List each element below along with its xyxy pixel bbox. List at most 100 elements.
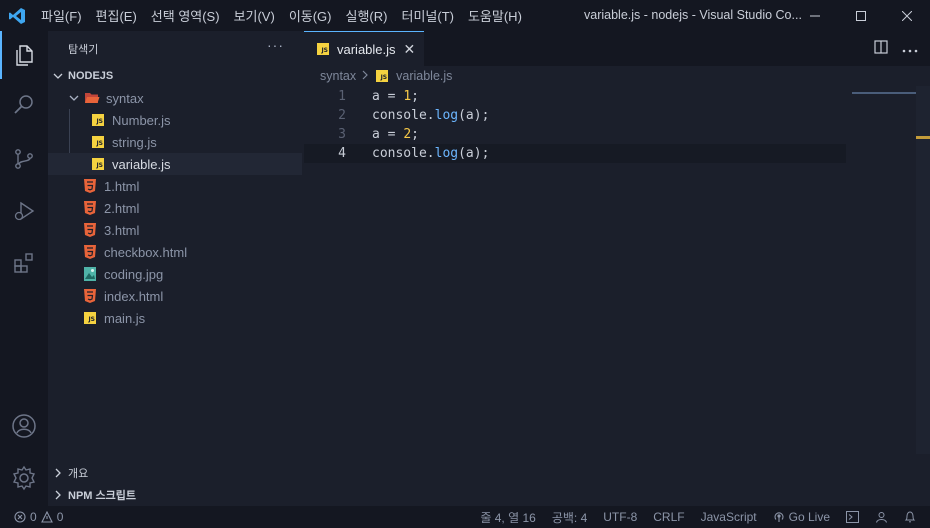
menu-terminal[interactable]: 터미널(T) [394,6,460,25]
tree-item-label: variable.js [112,156,171,172]
problems-indicator[interactable]: 0 0 [14,506,63,528]
breadcrumb-folder[interactable]: syntax [320,69,356,83]
error-count: 0 [30,510,37,524]
warning-count: 0 [56,510,64,524]
maximize-button[interactable] [838,0,884,31]
gear-icon [12,465,36,491]
cursor-position[interactable]: 줄 4, 열 16 [480,509,535,526]
menu-selection[interactable]: 선택 영역(S) [144,6,227,25]
html-file-icon [82,200,98,216]
html-file-icon [82,244,98,260]
code-line: 1 a = 1; [304,87,846,106]
javascript-file-icon: JS [90,156,106,172]
breadcrumb-file[interactable]: variable.js [396,69,452,83]
javascript-file-icon: JS [82,310,98,326]
editor-tab-bar: JS variable.js ✕ [304,31,930,66]
search-icon [14,95,33,114]
extensions-icon [14,253,33,273]
accounts-status-button[interactable] [875,511,888,523]
menu-file[interactable]: 파일(F) [34,6,89,25]
minimap[interactable] [852,92,916,94]
tree-item-label: Number.js [112,112,171,128]
tree-file-number-js[interactable]: JS Number.js [48,109,302,131]
outline-section-label: 개요 [68,468,89,480]
run-debug-activity-button[interactable] [0,187,48,235]
menu-bar: 파일(F) 편집(E) 선택 영역(S) 보기(V) 이동(G) 실행(R) 터… [34,0,529,31]
line-number: 2 [338,108,346,123]
tree-file-3-html[interactable]: 3.html [48,219,302,241]
html-file-icon [82,178,98,194]
tab-close-button[interactable]: ✕ [404,41,416,58]
scrollbar-marker [916,136,930,139]
explorer-sidebar: 탐색기 ··· NODEJS syntax JS Number.js JS st… [48,31,304,506]
feedback-button[interactable] [846,511,859,523]
accounts-activity-button[interactable] [0,402,48,450]
menu-go[interactable]: 이동(G) [282,6,339,25]
close-window-button[interactable] [884,0,930,31]
tree-file-2-html[interactable]: 2.html [48,197,302,219]
code-line-current: 4 console.log(a); [304,144,846,163]
chevron-down-icon [48,71,68,81]
manage-activity-button[interactable] [0,454,48,502]
split-editor-icon [874,40,888,54]
language-mode[interactable]: JavaScript [701,510,757,524]
extensions-activity-button[interactable] [0,239,48,287]
active-indicator [0,31,2,79]
tree-file-1-html[interactable]: 1.html [48,175,302,197]
image-file-icon [82,266,98,282]
tree-file-coding-jpg[interactable]: coding.jpg [48,263,302,285]
window-title: variable.js - nodejs - Visual Studio Co.… [584,8,802,22]
outline-section-header[interactable]: 개요 [48,462,304,484]
end-of-line[interactable]: CRLF [653,510,684,524]
editor-more-actions-button[interactable] [902,41,918,56]
code-text: console.log(a); [372,108,490,123]
chevron-right-icon [361,69,369,83]
menu-edit[interactable]: 편집(E) [89,6,144,25]
code-text: a = 2; [372,127,419,142]
tree-file-main-js[interactable]: JS main.js [48,307,302,329]
minimize-button[interactable] [792,0,838,31]
tree-file-checkbox-html[interactable]: checkbox.html [48,241,302,263]
tree-file-index-html[interactable]: index.html [48,285,302,307]
close-icon [902,10,912,21]
explorer-activity-button[interactable] [0,31,48,79]
tab-variable-js[interactable]: JS variable.js ✕ [304,31,424,66]
code-editor[interactable]: 1 a = 1; 2 console.log(a); 3 a = 2; 4 co… [304,86,930,506]
run-debug-icon [14,201,35,221]
split-editor-button[interactable] [874,40,888,57]
menu-run[interactable]: 실행(R) [339,6,395,25]
editor-actions [874,40,918,57]
go-live-button[interactable]: Go Live [773,510,830,524]
tree-item-label: 2.html [104,200,140,216]
html-file-icon [82,222,98,238]
chevron-right-icon [48,468,68,478]
tree-folder-syntax[interactable]: syntax [48,87,302,109]
search-activity-button[interactable] [0,81,48,129]
code-text: a = 1; [372,89,419,104]
tree-file-string-js[interactable]: JS string.js [48,131,302,153]
notifications-button[interactable] [904,511,916,523]
tree-file-variable-js[interactable]: JS variable.js [48,153,302,175]
more-actions-button[interactable]: ··· [267,37,284,53]
terminal-icon [846,511,859,523]
menu-help[interactable]: 도움말(H) [461,6,529,25]
window-controls [792,0,930,31]
status-right: 줄 4, 열 16 공백: 4 UTF-8 CRLF JavaScript Go… [480,506,916,528]
javascript-file-icon: JS [90,112,106,128]
javascript-file-icon: JS [315,41,331,57]
npm-scripts-section-label: NPM 스크립트 [68,490,136,502]
npm-scripts-section-header[interactable]: NPM 스크립트 [48,484,304,506]
vertical-scrollbar[interactable] [916,86,930,454]
indentation[interactable]: 공백: 4 [552,509,587,526]
tree-item-label: syntax [106,90,144,106]
explorer-title: 탐색기 [68,44,99,56]
source-control-icon [15,149,33,169]
html-file-icon [82,288,98,304]
vscode-logo-icon [0,0,34,31]
encoding[interactable]: UTF-8 [603,510,637,524]
tree-item-label: 3.html [104,222,140,238]
root-folder-header[interactable]: NODEJS [48,65,304,87]
menu-view[interactable]: 보기(V) [227,6,282,25]
tab-label: variable.js [337,41,396,57]
source-control-activity-button[interactable] [0,135,48,183]
